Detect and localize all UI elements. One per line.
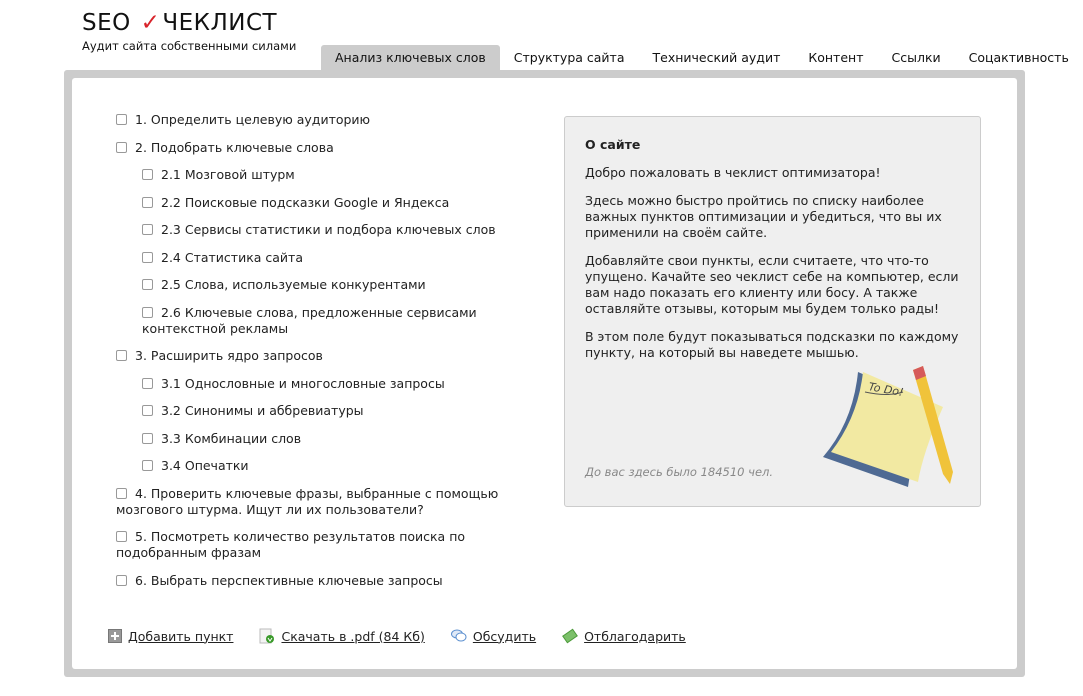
checklist-item-label: 2.3 Сервисы статистики и подбора ключевы… (161, 222, 496, 237)
checklist-item[interactable]: 2.2 Поисковые подсказки Google и Яндекса (142, 195, 536, 211)
chat-icon (450, 629, 467, 642)
checklist-item-label: 2.6 Ключевые слова, предложенные сервиса… (142, 304, 477, 336)
checklist-item[interactable]: 5. Посмотреть количество результатов пои… (116, 529, 536, 561)
checklist-item[interactable]: 3. Расширить ядро запросов (116, 348, 536, 364)
checkbox[interactable] (142, 405, 153, 416)
checklist-item-label: 3.4 Опечатки (161, 458, 249, 473)
checkbox[interactable] (142, 432, 153, 444)
checklist-item-label: 2. Подобрать ключевые слова (135, 139, 334, 155)
checkbox[interactable] (116, 141, 127, 153)
logo-seo: SEO (82, 10, 131, 36)
checkbox[interactable] (142, 169, 153, 180)
checklist-item[interactable]: 2.4 Статистика сайта (142, 250, 536, 266)
visit-counter: До вас здесь было 184510 чел. (585, 465, 774, 479)
checklist-item[interactable]: 4. Проверить ключевые фразы, выбранные с… (116, 486, 536, 518)
checkbox[interactable] (116, 487, 127, 499)
download-pdf-button[interactable]: Скачать в .pdf (84 Кб) (259, 628, 425, 644)
todo-note-icon: To Do! (823, 366, 953, 487)
checkbox[interactable] (116, 574, 127, 586)
thank-label: Отблагодарить (584, 628, 686, 644)
checkbox[interactable] (116, 531, 127, 542)
checklist-item[interactable]: 6. Выбрать перспективные ключевые запрос… (116, 573, 536, 589)
checkbox[interactable] (142, 224, 153, 235)
checklist-item-label: 3.2 Синонимы и аббревиатуры (161, 403, 364, 418)
tab-social[interactable]: Соцактивность (955, 45, 1083, 70)
checklist-item[interactable]: 3.3 Комбинации слов (142, 431, 536, 447)
check-icon: ✓ (140, 10, 161, 36)
checklist-item-label: 2.5 Слова, используемые конкурентами (161, 277, 426, 292)
checklist-item-label: 3.1 Однословные и многословные запросы (161, 375, 445, 391)
checklist-item-label: 5. Посмотреть количество результатов пои… (116, 529, 466, 560)
checklist-item-label: 2.1 Мозговой штурм (161, 167, 295, 182)
checklist-item[interactable]: 2.6 Ключевые слова, предложенные сервиса… (142, 305, 536, 337)
checklist-item-label: 3. Расширить ядро запросов (135, 348, 323, 363)
checklist-item[interactable]: 3.1 Однословные и многословные запросы (142, 376, 536, 392)
add-item-label: Добавить пункт (128, 628, 234, 644)
checkbox[interactable] (142, 306, 153, 318)
tab-tech-audit[interactable]: Технический аудит (639, 45, 795, 70)
checkbox[interactable] (142, 251, 153, 263)
checklist-item-label: 3.3 Комбинации слов (161, 430, 302, 446)
discuss-label: Обсудить (472, 628, 537, 644)
checkbox[interactable] (142, 460, 153, 471)
checklist-item[interactable]: 2. Подобрать ключевые слова (116, 140, 536, 156)
logo-checklist: ЧЕКЛИСТ (162, 10, 278, 36)
download-icon (259, 628, 275, 644)
info-box: О сайте Добро пожаловать в чеклист оптим… (564, 116, 981, 507)
checklist-item-label: 2.4 Статистика сайта (161, 249, 303, 265)
checklist-item[interactable]: 3.2 Синонимы и аббревиатуры (142, 403, 536, 419)
checklist: 1. Определить целевую аудиторию 2. Подобр… (116, 112, 536, 600)
tab-keywords[interactable]: Анализ ключевых слов (321, 45, 500, 70)
checkbox[interactable] (142, 196, 153, 208)
thank-button[interactable]: Отблагодарить (562, 628, 686, 644)
info-title: О сайте (585, 137, 641, 152)
action-bar: Добавить пункт Скачать в .pdf (84 Кб) Об… (108, 628, 686, 644)
content-panel: 1. Определить целевую аудиторию 2. Подобр… (72, 78, 1017, 669)
checkbox[interactable] (116, 114, 127, 125)
checklist-item[interactable]: 1. Определить целевую аудиторию (116, 112, 536, 128)
tab-bar: Анализ ключевых слов Структура сайта Тех… (321, 45, 1083, 70)
content-frame: 1. Определить целевую аудиторию 2. Подобр… (64, 70, 1025, 677)
discuss-button[interactable]: Обсудить (450, 628, 537, 644)
tab-links[interactable]: Ссылки (877, 45, 954, 70)
tagline: Аудит сайта собственными силами (82, 39, 297, 53)
checklist-item-label: 4. Проверить ключевые фразы, выбранные с… (116, 485, 499, 517)
checkbox[interactable] (142, 377, 153, 389)
checklist-item[interactable]: 2.5 Слова, используемые конкурентами (142, 277, 536, 293)
logo[interactable]: SEO ✓ЧЕКЛИСТ (82, 10, 277, 36)
tab-structure[interactable]: Структура сайта (500, 45, 639, 70)
checklist-item[interactable]: 2.1 Мозговой штурм (142, 167, 536, 183)
info-paragraph: Здесь можно быстро пройтись по списку на… (585, 193, 942, 240)
checklist-item[interactable]: 2.3 Сервисы статистики и подбора ключевы… (142, 222, 536, 238)
info-paragraph: Добро пожаловать в чеклист оптимизатора! (585, 165, 881, 180)
checklist-item[interactable]: 3.4 Опечатки (142, 458, 536, 474)
plus-icon (108, 629, 122, 643)
download-pdf-label: Скачать в .pdf (84 Кб) (281, 628, 425, 644)
info-paragraph: В этом поле будут показываться подсказки… (585, 329, 959, 360)
checklist-item-label: 1. Определить целевую аудиторию (135, 112, 371, 127)
add-item-button[interactable]: Добавить пункт (108, 628, 233, 644)
info-paragraph: Добавляйте свои пункты, если считаете, ч… (585, 253, 959, 316)
tab-content[interactable]: Контент (794, 45, 877, 70)
checklist-item-label: 2.2 Поисковые подсказки Google и Яндекса (161, 194, 450, 210)
money-icon (562, 628, 578, 644)
checkbox[interactable] (116, 350, 127, 361)
checklist-item-label: 6. Выбрать перспективные ключевые запрос… (135, 572, 443, 588)
checkbox[interactable] (142, 279, 153, 290)
